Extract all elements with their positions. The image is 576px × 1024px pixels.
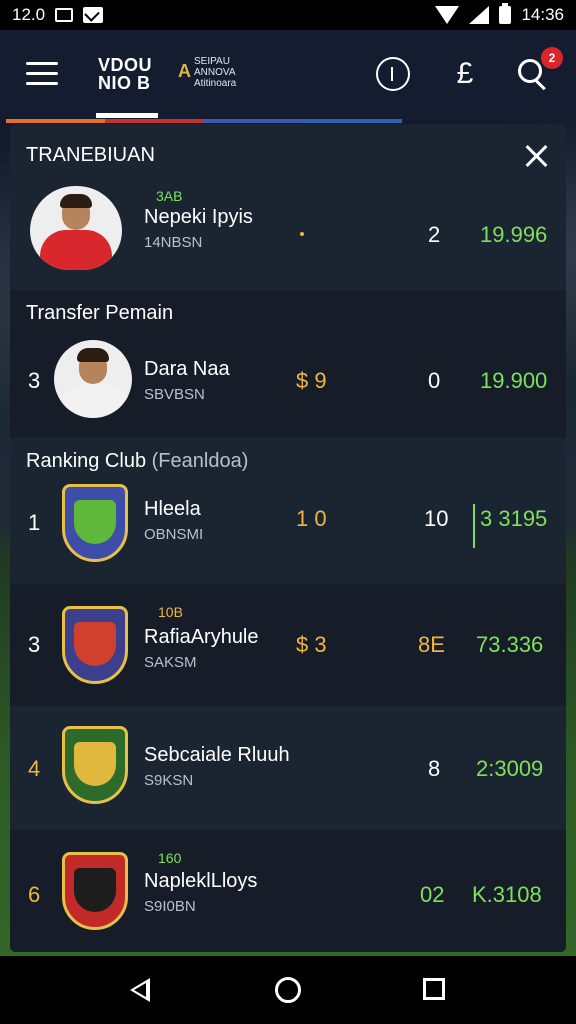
ranking-subtitle: (Feanldoa)	[151, 450, 249, 472]
partner-logo-line1: SEIPAU	[194, 56, 230, 67]
logo-line2: NIO B	[98, 73, 151, 93]
stat-count: 2	[428, 222, 441, 247]
club-name: Hleela	[144, 498, 201, 520]
partner-logo-letter: A	[178, 61, 191, 81]
player-meta: SBVBSN	[144, 386, 205, 403]
rank: 3	[28, 632, 41, 657]
divider-mark	[473, 504, 475, 548]
mail-icon	[83, 7, 104, 23]
table-row[interactable]: 6 160 NapleklLloys S9I0BN 02 K.3108	[10, 830, 566, 952]
stat-value: 73.336	[476, 632, 544, 657]
recents-icon[interactable]	[423, 978, 445, 1000]
app-header: VDOU NIO B A SEIPAU ANNOVA Atitinoara £	[0, 30, 576, 120]
transfer-panel: TRANEBIUAN 3AB Nepeki Ipyis 14NBSN 2 19.…	[10, 124, 566, 952]
stat-value: K.3108	[472, 882, 542, 907]
status-bar: 12.0 14:36	[0, 0, 576, 30]
club-crest	[62, 726, 128, 804]
stat-count: 8E	[418, 632, 445, 657]
rank: 3	[28, 368, 41, 393]
system-nav-bar	[0, 956, 576, 1024]
screen-icon	[55, 8, 74, 22]
rank: 1	[28, 510, 41, 535]
stat-count: 8	[428, 756, 441, 781]
stat-count: 02	[420, 882, 445, 907]
close-icon[interactable]	[524, 144, 548, 168]
stat-price: $ 9	[296, 368, 327, 393]
rank: 4	[28, 756, 41, 781]
club-name: Sebcaiale Rluuh	[144, 744, 290, 766]
battery-icon	[499, 3, 512, 24]
club-name: RafiaAryhule	[144, 626, 259, 648]
section-title-ranking: Ranking Club (Feanldoa)	[26, 450, 248, 473]
rank: 6	[28, 882, 41, 907]
stat-count: 0	[428, 368, 441, 393]
club-tag: 160	[158, 850, 182, 866]
app-logo[interactable]: VDOU NIO B	[98, 56, 152, 92]
stat-points: $ 3	[296, 632, 327, 657]
section-transfer-pemain: Transfer Pemain 3 Dara Naa SBVBSN $ 9 0 …	[10, 290, 566, 438]
player-meta: 14NBSN	[144, 234, 203, 251]
list-item[interactable]: 3AB Nepeki Ipyis 14NBSN 2 19.996	[10, 182, 566, 290]
player-name: Dara Naa	[144, 358, 230, 380]
wifi-icon	[435, 6, 460, 24]
stat-value: 19.996	[480, 222, 548, 247]
currency-icon[interactable]: £	[448, 57, 482, 91]
stat-count: 10	[424, 506, 449, 531]
home-icon[interactable]	[275, 977, 301, 1003]
stat-value: 19.900	[480, 368, 548, 393]
club-meta: S9KSN	[144, 772, 194, 789]
table-row[interactable]: 1 Hleela OBNSMI 1 0 10 3 3195	[10, 480, 566, 584]
club-name: NapleklLloys	[144, 870, 258, 892]
player-avatar	[30, 186, 122, 270]
partner-logo-line3: Atitinoara	[194, 78, 237, 89]
active-tab-indicator	[96, 113, 158, 118]
back-icon[interactable]	[130, 978, 150, 1002]
club-meta: S9I0BN	[144, 898, 196, 915]
club-tag: 10B	[158, 604, 183, 620]
globe-icon[interactable]	[376, 57, 410, 91]
stat-value: 3 3195	[480, 506, 548, 531]
stat-value: 2:3009	[476, 756, 544, 781]
ranking-title: Ranking Club	[26, 450, 147, 472]
stat-points: 1 0	[296, 506, 327, 531]
partner-logo[interactable]: A SEIPAU ANNOVA Atitinoara	[178, 56, 236, 89]
club-crest	[62, 606, 128, 684]
club-crest	[62, 484, 128, 562]
status-time: 14:36	[521, 5, 564, 24]
color-strip	[6, 119, 402, 123]
club-meta: OBNSMI	[144, 526, 204, 543]
player-tag: 3AB	[156, 188, 183, 204]
club-meta: SAKSM	[144, 654, 197, 671]
signal-icon	[469, 6, 490, 24]
logo-line1: VDOU	[98, 55, 153, 75]
club-crest	[62, 852, 128, 930]
notification-badge[interactable]: 2	[541, 47, 563, 69]
menu-icon[interactable]	[26, 62, 58, 86]
indicator-dot	[300, 232, 304, 236]
player-name: Nepeki Ipyis	[144, 206, 253, 228]
section-title-transfers: TRANEBIUAN	[26, 144, 155, 166]
table-row[interactable]: 4 Sebcaiale Rluuh S9KSN 8 2:3009	[10, 706, 566, 830]
status-left-text: 12.0	[12, 5, 46, 24]
list-item[interactable]: 3 Dara Naa SBVBSN $ 9 0 19.900	[10, 336, 566, 436]
partner-logo-line2: ANNOVA	[194, 67, 236, 78]
player-avatar	[54, 340, 132, 418]
table-row[interactable]: 3 10B RafiaAryhule SAKSM $ 3 8E 73.336	[10, 584, 566, 706]
section-title-transfer-pemain: Transfer Pemain	[26, 302, 174, 324]
